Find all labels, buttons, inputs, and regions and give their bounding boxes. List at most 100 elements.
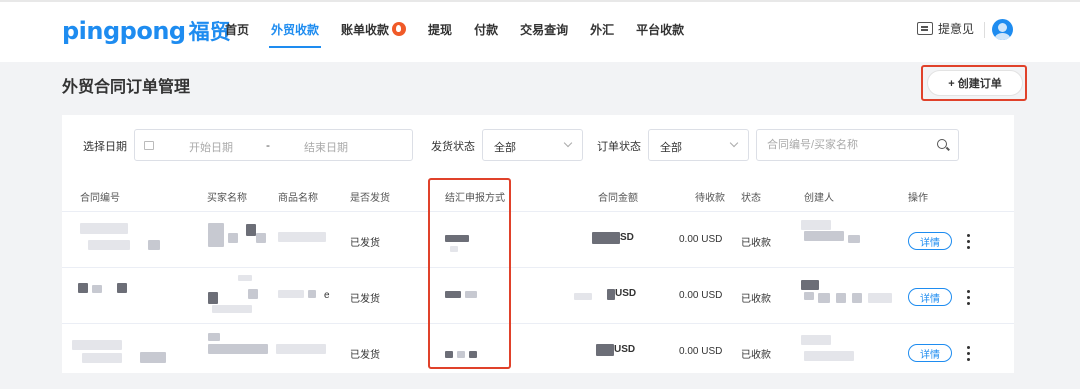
col-status: 状态 xyxy=(741,193,761,204)
redacted-buyer-name xyxy=(208,344,268,354)
redacted-settlement-method xyxy=(465,291,477,298)
shipped-status: 已发货 xyxy=(350,350,380,361)
redacted-buyer-name xyxy=(208,333,220,341)
date-filter-label: 选择日期 xyxy=(83,141,127,153)
contract-amount-currency: USD xyxy=(614,344,636,355)
redacted-contract-no xyxy=(78,283,88,293)
redacted-creator xyxy=(801,280,819,290)
top-navigation-bar: pingpong 福贸 首页 外贸收款 账单收款 提现 付款 交易查询 外汇 平… xyxy=(0,0,1080,62)
nav-item-payment[interactable]: 付款 xyxy=(463,0,509,62)
more-options-icon[interactable] xyxy=(962,287,974,307)
redacted-creator xyxy=(818,293,830,303)
redacted-creator xyxy=(801,220,831,230)
logo-text-en: pingpong xyxy=(62,17,186,45)
redacted-buyer-name xyxy=(212,305,252,313)
redacted-creator xyxy=(804,231,844,241)
pending-amount: 0.00 USD xyxy=(679,234,723,245)
search-icon[interactable] xyxy=(937,139,947,149)
more-options-icon[interactable] xyxy=(962,343,974,363)
redacted-amount xyxy=(596,344,614,356)
order-status: 已收款 xyxy=(741,294,771,305)
redacted-buyer-name xyxy=(246,224,256,236)
start-date-placeholder[interactable]: 开始日期 xyxy=(189,139,233,155)
product-name-fragment: e xyxy=(324,290,330,301)
redacted-contract-no xyxy=(72,340,122,350)
more-options-icon[interactable] xyxy=(962,231,974,251)
detail-button[interactable]: 详情 xyxy=(908,344,952,362)
edit-icon xyxy=(917,22,933,35)
redacted-settlement-method xyxy=(445,291,461,298)
order-status-value: 全部 xyxy=(660,142,682,154)
nav-item-forex[interactable]: 外汇 xyxy=(579,0,625,62)
chevron-down-icon xyxy=(563,138,573,148)
redacted-creator xyxy=(801,335,831,345)
user-avatar-icon[interactable] xyxy=(992,19,1013,40)
col-product-name: 商品名称 xyxy=(278,193,318,204)
redacted-creator xyxy=(848,235,860,243)
col-actions: 操作 xyxy=(908,193,928,204)
redacted-contract-no xyxy=(148,240,160,250)
pingpong-logo[interactable]: pingpong 福贸 xyxy=(62,16,231,45)
col-shipped: 是否发货 xyxy=(350,193,390,204)
redacted-buyer-name xyxy=(208,223,224,247)
date-range-picker[interactable]: 开始日期 - 结束日期 xyxy=(134,129,413,161)
redacted-contract-no xyxy=(92,285,102,293)
shipping-status-select[interactable]: 全部 xyxy=(482,129,583,161)
nav-item-platform-collection[interactable]: 平台收款 xyxy=(625,0,695,62)
nav-item-bill-collection[interactable]: 账单收款 xyxy=(330,0,417,62)
header-divider xyxy=(984,22,985,38)
col-contract-no: 合同编号 xyxy=(80,193,120,204)
shipped-status: 已发货 xyxy=(350,238,380,249)
col-settlement-method: 结汇申报方式 xyxy=(445,193,505,204)
bottom-strip xyxy=(0,375,1080,389)
redacted-contract-no xyxy=(80,223,128,234)
redacted-product-name xyxy=(276,344,326,354)
create-order-button[interactable]: + 创建订单 xyxy=(927,70,1023,96)
detail-button[interactable]: 详情 xyxy=(908,232,952,250)
end-date-placeholder[interactable]: 结束日期 xyxy=(304,139,348,155)
table-row[interactable]: e 已发货 USD 0.00 USD 已收款 详情 xyxy=(62,269,1014,324)
table-row[interactable]: 已发货 USD 0.00 USD 已收款 详情 xyxy=(62,325,1014,380)
redacted-product-name xyxy=(278,232,326,242)
nav-item-withdraw[interactable]: 提现 xyxy=(417,0,463,62)
redacted-contract-no xyxy=(82,353,122,363)
redacted-settlement-method xyxy=(450,246,458,252)
table-row[interactable]: 已发货 SD 0.00 USD 已收款 详情 xyxy=(62,213,1014,268)
order-status: 已收款 xyxy=(741,238,771,249)
redacted-creator xyxy=(804,351,854,361)
chevron-down-icon xyxy=(729,138,739,148)
calendar-icon xyxy=(144,141,154,150)
feedback-link[interactable]: 提意见 xyxy=(917,20,974,37)
redacted-contract-no xyxy=(140,352,166,363)
page-title: 外贸合同订单管理 xyxy=(62,79,191,96)
orders-panel: 选择日期 开始日期 - 结束日期 发货状态 全部 订单状态 全部 合同编号 买家… xyxy=(62,115,1014,373)
redacted-contract-no xyxy=(88,240,130,250)
redacted-buyer-name xyxy=(248,289,258,299)
col-pending: 待收款 xyxy=(695,193,725,204)
col-contract-amount: 合同金额 xyxy=(598,193,638,204)
col-creator: 创建人 xyxy=(804,193,834,204)
redacted-settlement-method xyxy=(469,351,477,358)
search-input[interactable] xyxy=(767,137,927,153)
nav-item-trade-collection[interactable]: 外贸收款 xyxy=(260,0,330,62)
detail-button[interactable]: 详情 xyxy=(908,288,952,306)
date-range-separator: - xyxy=(266,138,270,152)
nav-item-transaction-query[interactable]: 交易查询 xyxy=(509,0,579,62)
redacted-settlement-method xyxy=(445,351,453,358)
redacted-buyer-name xyxy=(238,275,252,281)
pending-amount: 0.00 USD xyxy=(679,346,723,357)
shipped-status: 已发货 xyxy=(350,294,380,305)
redacted-settlement-method xyxy=(445,235,469,242)
redacted-product-name xyxy=(278,290,304,298)
order-status-select[interactable]: 全部 xyxy=(648,129,749,161)
redacted-buyer-name xyxy=(208,292,218,304)
search-field[interactable] xyxy=(756,129,959,161)
redacted-product-name xyxy=(308,290,316,298)
contract-amount-currency: SD xyxy=(620,232,634,243)
redacted-buyer-name xyxy=(256,233,266,243)
redacted-settlement-method xyxy=(457,351,465,358)
shipping-status-value: 全部 xyxy=(494,142,516,154)
shipping-status-label: 发货状态 xyxy=(431,141,475,153)
nav-item-home[interactable]: 首页 xyxy=(214,0,260,62)
redacted-amount xyxy=(574,293,592,300)
